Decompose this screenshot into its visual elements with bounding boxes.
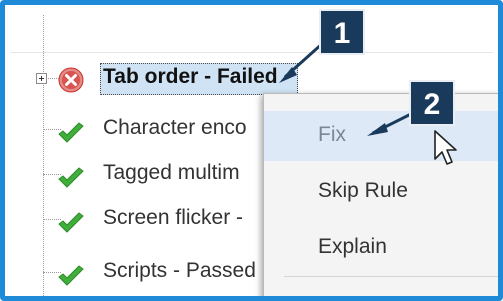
callout-badge-2: 2 [409, 80, 455, 126]
callout-badge-1: 1 [319, 9, 365, 55]
accessibility-checker-panel: Tab order - Failed Character enco Tagged… [0, 0, 503, 301]
callout-arrows [279, 41, 414, 136]
